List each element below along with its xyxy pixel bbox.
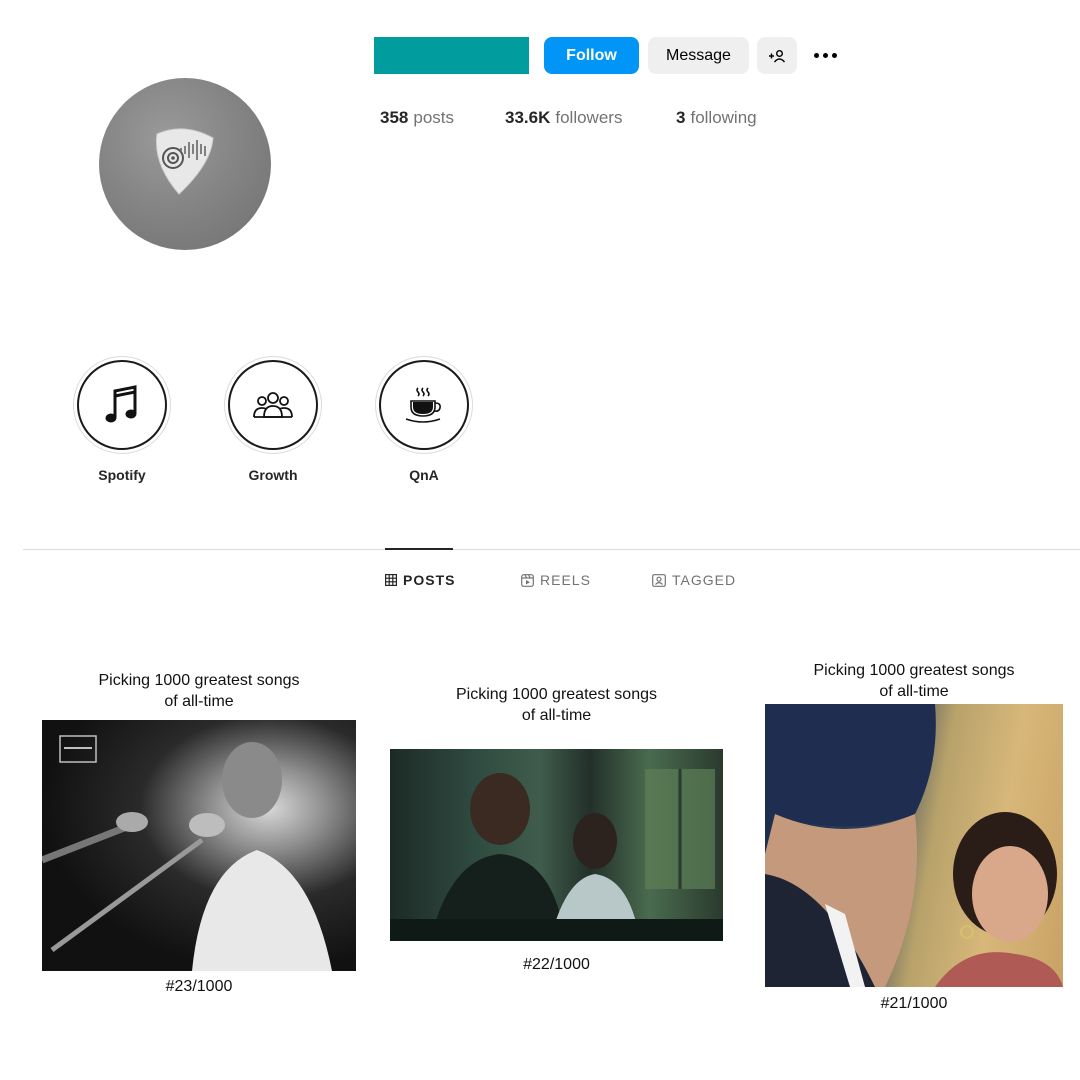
highlight-growth[interactable]: Growth (223, 356, 323, 483)
username-redacted (374, 37, 529, 74)
post-caption-line: of all-time (164, 693, 234, 710)
follow-button[interactable]: Follow (544, 37, 639, 74)
profile-avatar[interactable] (99, 78, 271, 250)
tabs-divider (23, 549, 1080, 550)
followers-stat[interactable]: 33.6K followers (505, 108, 622, 128)
following-count: 3 (676, 108, 686, 127)
active-tab-indicator (385, 548, 453, 550)
message-button[interactable]: Message (648, 37, 749, 74)
highlight-qna[interactable]: QnA (374, 356, 474, 483)
tab-reels[interactable]: REELS (521, 572, 591, 588)
highlight-label: QnA (409, 467, 439, 483)
people-group-icon (253, 392, 293, 418)
more-options-icon[interactable] (808, 45, 842, 65)
post-number: #23/1000 (165, 978, 233, 995)
tab-posts[interactable]: POSTS (385, 572, 455, 588)
posts-count: 358 (380, 108, 409, 127)
post-caption: Picking 1000 greatest songs of all-time (390, 684, 723, 726)
tab-label: REELS (540, 572, 591, 588)
highlight-label: Spotify (98, 467, 146, 483)
posts-label: posts (413, 108, 455, 127)
post-caption: Picking 1000 greatest songs of all-time (42, 670, 356, 712)
post-caption-line: Picking 1000 greatest songs (813, 662, 1015, 679)
add-user-icon (769, 49, 786, 62)
highlight-spotify[interactable]: Spotify (72, 356, 172, 483)
guitar-pick-logo-icon (155, 128, 214, 195)
followers-label: followers (555, 108, 623, 127)
suggest-users-button[interactable] (757, 37, 797, 74)
post-caption-line: Picking 1000 greatest songs (455, 686, 657, 703)
tab-label: POSTS (403, 572, 456, 588)
post-number: #21/1000 (880, 995, 948, 1012)
post-caption-line: Picking 1000 greatest songs (98, 672, 300, 689)
following-stat[interactable]: 3 following (676, 108, 757, 128)
post-caption-line: of all-time (521, 707, 592, 724)
post-thumbnail[interactable] (42, 720, 356, 971)
music-note-icon (105, 385, 137, 423)
coffee-cup-icon (405, 387, 441, 423)
posts-count-stat: 358 posts (380, 108, 454, 128)
followers-count: 33.6K (505, 108, 551, 127)
tab-tagged[interactable]: TAGGED (652, 572, 736, 588)
post-caption: Picking 1000 greatest songs of all-time (765, 660, 1063, 702)
grid-icon (385, 574, 397, 586)
tagged-icon (652, 573, 666, 587)
post-caption-line: of all-time (879, 683, 949, 700)
tab-label: TAGGED (672, 572, 737, 588)
post-thumbnail[interactable] (765, 704, 1063, 987)
post-number: #22/1000 (523, 956, 590, 973)
highlight-label: Growth (248, 467, 298, 483)
post-thumbnail[interactable] (390, 749, 723, 941)
following-label: following (690, 108, 757, 127)
reels-icon (521, 573, 534, 587)
